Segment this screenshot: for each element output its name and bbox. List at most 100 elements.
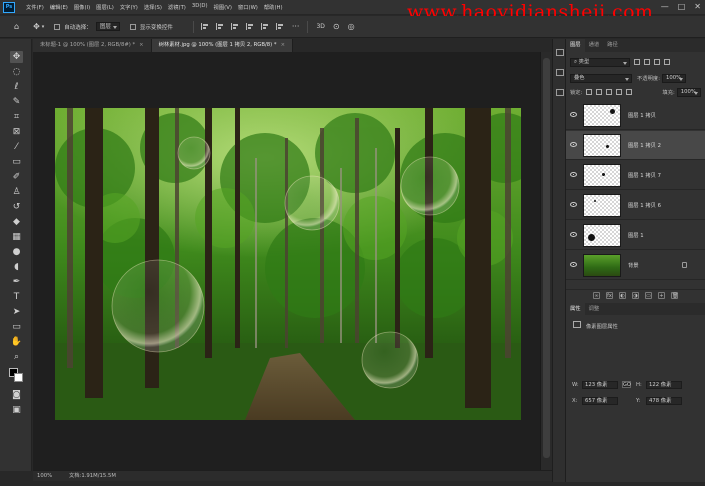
align-center-icon[interactable] (215, 23, 224, 30)
layer-row[interactable]: 图层 1 (566, 221, 705, 250)
tab-document-2[interactable]: 树林素材.jpg @ 100% (图层 1 拷贝 2, RGB/8) * × (151, 39, 294, 52)
tab-adjustments[interactable]: 调整 (585, 303, 604, 315)
vertical-scrollbar[interactable] (540, 52, 552, 470)
menu-window[interactable]: 窗口(W) (235, 3, 261, 11)
close-tab-icon[interactable]: × (281, 42, 285, 48)
roll-icon[interactable]: ◎ (348, 22, 355, 31)
adjustment-layer-icon[interactable]: ◑ (632, 292, 639, 299)
3d-mode-icon[interactable]: 3D (316, 23, 324, 30)
layer-style-icon[interactable]: fx (606, 292, 613, 299)
history-brush-icon[interactable]: ↺ (10, 201, 23, 213)
layer-row[interactable]: 图层 1 拷贝 (566, 101, 705, 130)
gradient-tool-icon[interactable]: ▦ (10, 231, 23, 243)
filter-type-icon[interactable] (654, 59, 660, 65)
y-input[interactable]: 478 像素 (646, 397, 682, 405)
forest-photo[interactable] (55, 108, 521, 420)
layer-row[interactable]: 图层 1 拷贝 2 (566, 131, 705, 160)
opacity-input[interactable]: 100% (661, 73, 686, 83)
path-select-icon[interactable]: ➤ (10, 306, 23, 318)
menu-help[interactable]: 帮助(H) (261, 3, 286, 11)
menu-layer[interactable]: 图层(L) (93, 3, 117, 11)
menu-image[interactable]: 图像(I) (71, 3, 93, 11)
show-transform-checkbox[interactable] (129, 23, 136, 30)
eye-icon[interactable] (570, 202, 577, 207)
eye-icon[interactable] (570, 172, 577, 177)
tab-document-1[interactable]: 未标题-1 @ 100% (图层 2, RGB/8#) * × (33, 39, 152, 52)
menu-select[interactable]: 选择(S) (141, 3, 165, 11)
layer-row[interactable]: 背景 (566, 251, 705, 280)
quick-select-tool-icon[interactable]: ✎ (10, 96, 23, 108)
align-bottom-icon[interactable] (275, 23, 284, 30)
height-input[interactable]: 122 像素 (646, 381, 682, 389)
fill-input[interactable]: 100% (676, 87, 701, 97)
lock-artboard-icon[interactable] (616, 89, 623, 95)
lock-position-icon[interactable] (606, 89, 613, 95)
trash-icon[interactable]: 🗑 (671, 292, 678, 299)
menu-view[interactable]: 视图(V) (211, 3, 235, 11)
link-dimensions-icon[interactable]: GO (622, 381, 631, 388)
minimize-button[interactable]: — (661, 2, 669, 11)
dodge-tool-icon[interactable]: ◖ (10, 261, 23, 273)
quick-mask-icon[interactable]: ◙ (10, 389, 23, 401)
close-tab-icon[interactable]: × (139, 42, 143, 48)
tab-channels[interactable]: 通道 (585, 39, 604, 52)
orbit-icon[interactable]: ⊙ (333, 22, 340, 31)
type-tool-icon[interactable]: T (10, 291, 23, 303)
eye-icon[interactable] (570, 232, 577, 237)
filter-adjust-icon[interactable] (644, 59, 650, 65)
lasso-tool-icon[interactable]: ℓ (10, 81, 23, 93)
blur-tool-icon[interactable]: ● (10, 246, 23, 258)
lock-all-icon[interactable] (626, 89, 633, 95)
lock-transparent-icon[interactable] (586, 89, 593, 95)
menu-filter[interactable]: 滤镜(T) (165, 3, 189, 11)
move-tool-icon[interactable]: ✥ (33, 22, 40, 31)
tab-properties[interactable]: 属性 (566, 303, 585, 315)
frame-tool-icon[interactable]: ⊠ (10, 126, 23, 138)
swatches-panel-icon[interactable] (556, 69, 564, 76)
menu-edit[interactable]: 编辑(E) (47, 3, 71, 11)
new-layer-icon[interactable]: + (658, 292, 665, 299)
clone-stamp-icon[interactable]: ♙ (10, 186, 23, 198)
pen-tool-icon[interactable]: ✒ (10, 276, 23, 288)
align-right-icon[interactable] (230, 23, 239, 30)
tab-paths[interactable]: 路径 (603, 39, 622, 52)
blend-mode-dropdown[interactable]: 叠色 (570, 73, 632, 83)
align-top-icon[interactable] (245, 23, 254, 30)
screen-mode-icon[interactable]: ▣ (10, 404, 23, 416)
add-mask-icon[interactable]: ◐ (619, 292, 626, 299)
move-tool-icon[interactable]: ✥ (10, 51, 23, 63)
document-size[interactable]: 文档:1.91M/15.5M (69, 471, 116, 481)
layer-filter-dropdown[interactable]: ⌕ 类型 (570, 57, 630, 67)
chevron-down-icon[interactable]: ▾ (42, 24, 45, 30)
align-middle-icon[interactable] (260, 23, 269, 30)
lock-pixels-icon[interactable] (596, 89, 603, 95)
menu-type[interactable]: 文字(Y) (117, 3, 141, 11)
menu-3d[interactable]: 3D(D) (189, 3, 211, 11)
auto-select-checkbox[interactable] (54, 23, 61, 30)
zoom-level[interactable]: 100% (37, 471, 52, 481)
eraser-tool-icon[interactable]: ◆ (10, 216, 23, 228)
eyedropper-tool-icon[interactable]: ⁄ (10, 141, 23, 153)
more-options-icon[interactable]: ··· (292, 22, 300, 31)
link-layers-icon[interactable]: ∞ (593, 292, 600, 299)
auto-select-dropdown[interactable]: 图层 (95, 22, 120, 31)
adjustments-panel-icon[interactable] (556, 89, 564, 96)
eye-icon[interactable] (570, 142, 577, 147)
layer-row[interactable]: 图层 1 拷贝 7 (566, 161, 705, 190)
maximize-button[interactable]: □ (678, 2, 686, 11)
layer-row[interactable]: 图层 1 拷贝 6 (566, 191, 705, 220)
zoom-tool-icon[interactable]: ⌕ (10, 351, 23, 363)
menu-file[interactable]: 文件(F) (23, 3, 47, 11)
marquee-tool-icon[interactable]: ◌ (10, 66, 23, 78)
scrollbar-thumb[interactable] (543, 58, 550, 458)
filter-shape-icon[interactable] (664, 59, 670, 65)
crop-tool-icon[interactable]: ⌗ (10, 111, 23, 123)
history-panel-icon[interactable] (556, 49, 564, 56)
eye-icon[interactable] (570, 112, 577, 117)
close-window-button[interactable]: ✕ (694, 2, 701, 11)
align-left-icon[interactable] (200, 23, 209, 30)
home-icon[interactable]: ⌂ (14, 22, 19, 31)
width-input[interactable]: 123 像素 (582, 381, 618, 389)
filter-pixel-icon[interactable] (634, 59, 640, 65)
background-color-swatch[interactable] (14, 373, 23, 382)
